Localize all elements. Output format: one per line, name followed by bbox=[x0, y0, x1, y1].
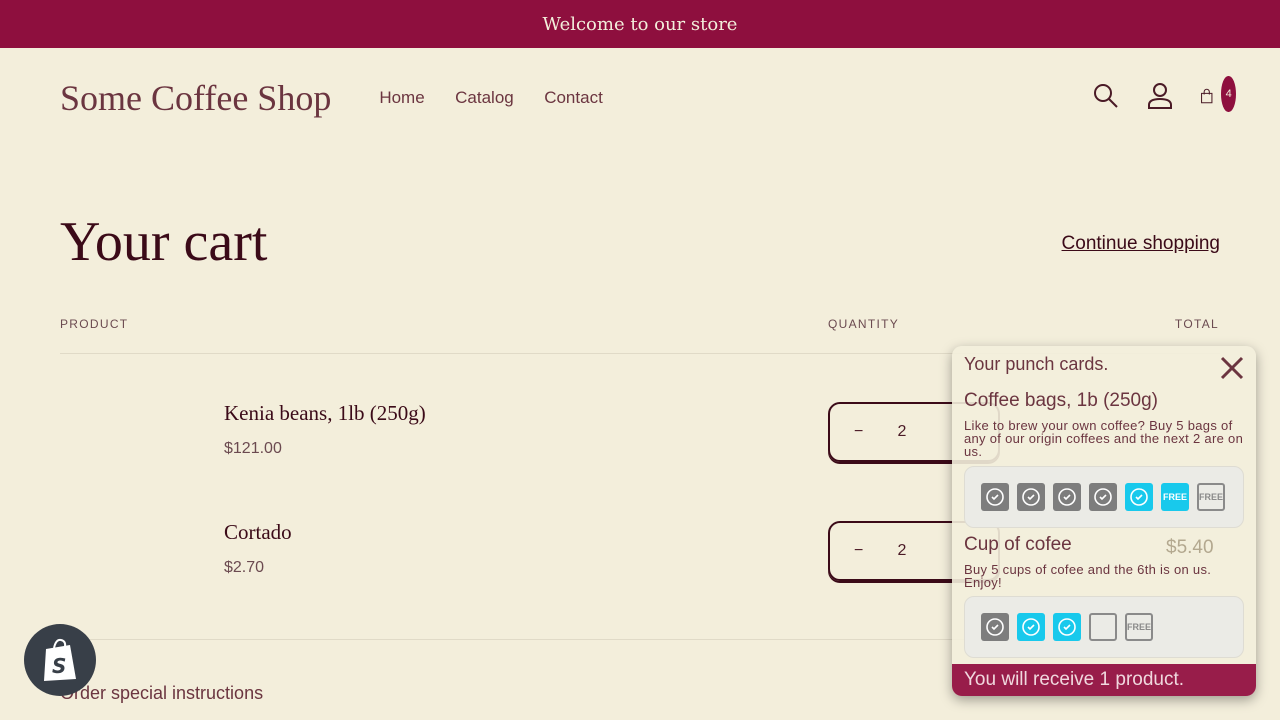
stamp-free: FREE bbox=[1125, 613, 1153, 641]
stamp-free: FREE bbox=[1197, 483, 1225, 511]
page-title: Your cart bbox=[60, 211, 268, 273]
header: Some Coffee Shop Home Catalog Contact 4 bbox=[0, 48, 1280, 148]
announcement-bar: Welcome to our store bbox=[0, 0, 1280, 48]
reward-message: You will receive 1 product. bbox=[952, 664, 1256, 696]
punch-card-title: Coffee bags, 1b (250g) bbox=[964, 390, 1159, 411]
nav-catalog[interactable]: Catalog bbox=[455, 88, 514, 107]
stamp-filled-check-icon bbox=[981, 613, 1009, 641]
svg-text:S: S bbox=[52, 654, 66, 678]
stamp-filled-check-icon bbox=[981, 483, 1009, 511]
item-price: $121.00 bbox=[224, 440, 282, 457]
continue-shopping-link[interactable]: Continue shopping bbox=[1062, 233, 1220, 255]
item-name[interactable]: Kenia beans, 1lb (250g) bbox=[224, 401, 426, 426]
item-name[interactable]: Cortado bbox=[224, 520, 292, 545]
column-total: TOTAL bbox=[1174, 317, 1219, 331]
stamp-filled-check-icon bbox=[1089, 483, 1117, 511]
punch-cards-popup: Your punch cards. Coffee bags, 1b (250g)… bbox=[952, 346, 1256, 696]
announcement-text: Welcome to our store bbox=[542, 13, 738, 35]
stamp-new-check-icon bbox=[1017, 613, 1045, 641]
nav-home[interactable]: Home bbox=[379, 88, 424, 107]
stamp-filled-check-icon bbox=[1053, 483, 1081, 511]
search-icon[interactable] bbox=[1092, 78, 1120, 114]
punch-card-description: Buy 5 cups of cofee and the 6th is on us… bbox=[964, 562, 1212, 590]
minus-button[interactable]: − bbox=[854, 423, 874, 441]
close-icon[interactable] bbox=[1220, 356, 1244, 385]
punch-card-title: Cup of cofee bbox=[964, 534, 1072, 555]
column-quantity: QUANTITY bbox=[828, 317, 900, 331]
popup-title: Your punch cards. bbox=[964, 354, 1109, 374]
instructions-label: Order special instructions bbox=[60, 683, 264, 703]
item-price: $2.70 bbox=[224, 559, 265, 576]
stamp-new-check-icon bbox=[1053, 613, 1081, 641]
shopify-button[interactable]: S bbox=[24, 624, 96, 696]
stamp-free-earned: FREE bbox=[1161, 483, 1189, 511]
main-nav: Home Catalog Contact bbox=[379, 88, 628, 108]
minus-button[interactable]: − bbox=[854, 542, 874, 560]
item-total: $5.40 bbox=[1166, 537, 1214, 558]
nav-contact[interactable]: Contact bbox=[544, 88, 603, 107]
stamp-filled-check-icon bbox=[1017, 483, 1045, 511]
punch-card: FREE FREE bbox=[964, 466, 1244, 528]
cart-count-badge: 4 bbox=[1221, 76, 1236, 112]
column-product: PRODUCT bbox=[60, 317, 129, 331]
account-icon[interactable] bbox=[1146, 78, 1174, 114]
punch-card: FREE bbox=[964, 596, 1244, 658]
shopify-bag-icon: S bbox=[44, 638, 76, 681]
stamp-empty bbox=[1089, 613, 1117, 641]
punch-card-description: Like to brew your own coffee? Buy 5 bags… bbox=[964, 418, 1244, 459]
stamp-new-check-icon bbox=[1125, 483, 1153, 511]
cart-icon[interactable]: 4 bbox=[1200, 76, 1236, 114]
store-logo[interactable]: Some Coffee Shop bbox=[60, 77, 331, 119]
